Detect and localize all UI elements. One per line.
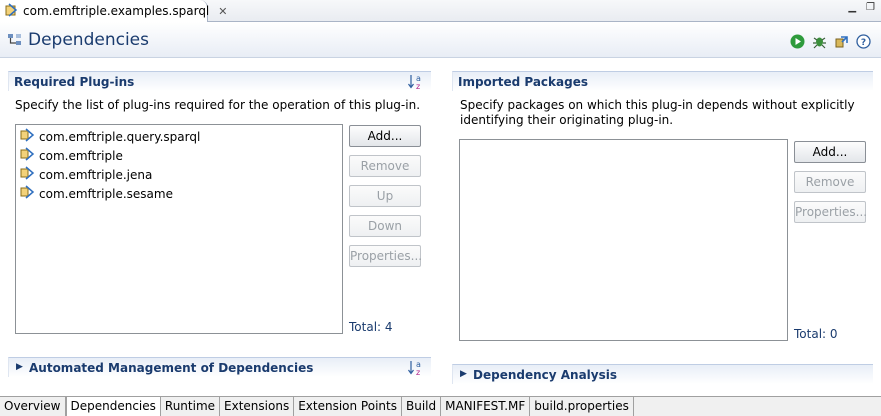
list-item[interactable]: com.emftriple.jena bbox=[16, 165, 342, 184]
tab-dependencies[interactable]: Dependencies bbox=[65, 397, 161, 416]
editor-tab[interactable]: com.emftriple.examples.sparql ✕ bbox=[0, 0, 227, 22]
tab-extensions[interactable]: Extensions bbox=[220, 397, 295, 416]
list-item[interactable]: com.emftriple.query.sparql bbox=[16, 127, 342, 146]
editor-tab-label: com.emftriple.examples.sparql bbox=[23, 4, 210, 18]
up-button[interactable]: Up bbox=[349, 185, 421, 207]
tab-runtime[interactable]: Runtime bbox=[161, 397, 221, 416]
tab-manifest[interactable]: MANIFEST.MF bbox=[441, 397, 531, 416]
required-total-label: Total: 4 bbox=[349, 320, 393, 334]
required-plugins-list[interactable]: com.emftriple.query.sparql com.emftriple… bbox=[15, 124, 343, 334]
plugin-icon bbox=[20, 166, 36, 183]
remove-plugin-button[interactable]: Remove bbox=[349, 155, 421, 177]
help-icon[interactable]: ? bbox=[856, 34, 871, 52]
section-title: Automated Management of Dependencies bbox=[29, 361, 314, 375]
form-header: Dependencies ? bbox=[0, 22, 881, 58]
imported-packages-description-line2: identifying their originating plug-in. bbox=[460, 113, 674, 127]
section-title: Required Plug-ins bbox=[14, 75, 135, 89]
plugin-icon bbox=[20, 128, 36, 145]
package-properties-button[interactable]: Properties... bbox=[794, 201, 867, 223]
section-title: Dependency Analysis bbox=[473, 368, 618, 382]
close-icon[interactable]: ✕ bbox=[218, 5, 227, 18]
list-item[interactable]: com.emftriple.sesame bbox=[16, 184, 342, 203]
run-icon[interactable] bbox=[790, 34, 805, 52]
imported-total-label: Total: 0 bbox=[794, 327, 838, 341]
list-item-label: com.emftriple.jena bbox=[39, 167, 153, 182]
automated-management-section[interactable]: ▶ Automated Management of Dependencies a… bbox=[8, 357, 431, 377]
export-icon[interactable] bbox=[834, 34, 849, 52]
remove-package-button[interactable]: Remove bbox=[794, 171, 866, 193]
svg-text:z: z bbox=[416, 368, 420, 377]
page-title: Dependencies bbox=[28, 30, 149, 50]
dependencies-icon bbox=[7, 32, 23, 51]
list-item-label: com.emftriple.sesame bbox=[39, 186, 173, 201]
tab-extension-points[interactable]: Extension Points bbox=[294, 397, 402, 416]
list-item-label: com.emftriple.query.sparql bbox=[39, 129, 201, 144]
imported-packages-list[interactable] bbox=[459, 139, 788, 341]
plugin-properties-button[interactable]: Properties... bbox=[349, 245, 422, 267]
list-item[interactable]: com.emftriple bbox=[16, 146, 342, 165]
tab-build-properties[interactable]: build.properties bbox=[530, 397, 634, 416]
expand-triangle-icon[interactable]: ▶ bbox=[460, 369, 467, 379]
sort-alpha-icon[interactable]: a z bbox=[407, 73, 425, 94]
svg-text:z: z bbox=[416, 82, 420, 91]
plugin-manifest-icon bbox=[4, 2, 18, 20]
tab-build[interactable]: Build bbox=[402, 397, 442, 416]
required-plugins-header: Required Plug-ins a z bbox=[8, 71, 431, 91]
page-tab-bar: Overview Dependencies Runtime Extensions… bbox=[0, 396, 881, 416]
imported-packages-header: Imported Packages bbox=[452, 71, 873, 91]
section-title: Imported Packages bbox=[458, 75, 588, 89]
tab-overview[interactable]: Overview bbox=[0, 397, 66, 416]
add-package-button[interactable]: Add... bbox=[794, 141, 866, 163]
imported-packages-description-line1: Specify packages on which this plug-in d… bbox=[460, 98, 855, 112]
expand-triangle-icon[interactable]: ▶ bbox=[16, 362, 23, 372]
required-plugins-description: Specify the list of plug-ins required fo… bbox=[15, 98, 421, 112]
maximize-icon[interactable]: ❐ bbox=[866, 2, 875, 13]
list-item-label: com.emftriple bbox=[39, 148, 123, 163]
plugin-icon bbox=[20, 147, 36, 164]
debug-icon[interactable] bbox=[812, 34, 827, 52]
add-plugin-button[interactable]: Add... bbox=[349, 125, 421, 147]
editor-tab-bar: com.emftriple.examples.sparql ✕ ▁ ❐ bbox=[0, 0, 881, 22]
svg-text:?: ? bbox=[861, 38, 866, 48]
plugin-icon bbox=[20, 185, 36, 202]
minimize-icon[interactable]: ▁ bbox=[848, 2, 856, 13]
sort-alpha-icon[interactable]: a z bbox=[407, 359, 425, 380]
dependency-analysis-section[interactable]: ▶ Dependency Analysis bbox=[452, 364, 873, 384]
down-button[interactable]: Down bbox=[349, 215, 421, 237]
